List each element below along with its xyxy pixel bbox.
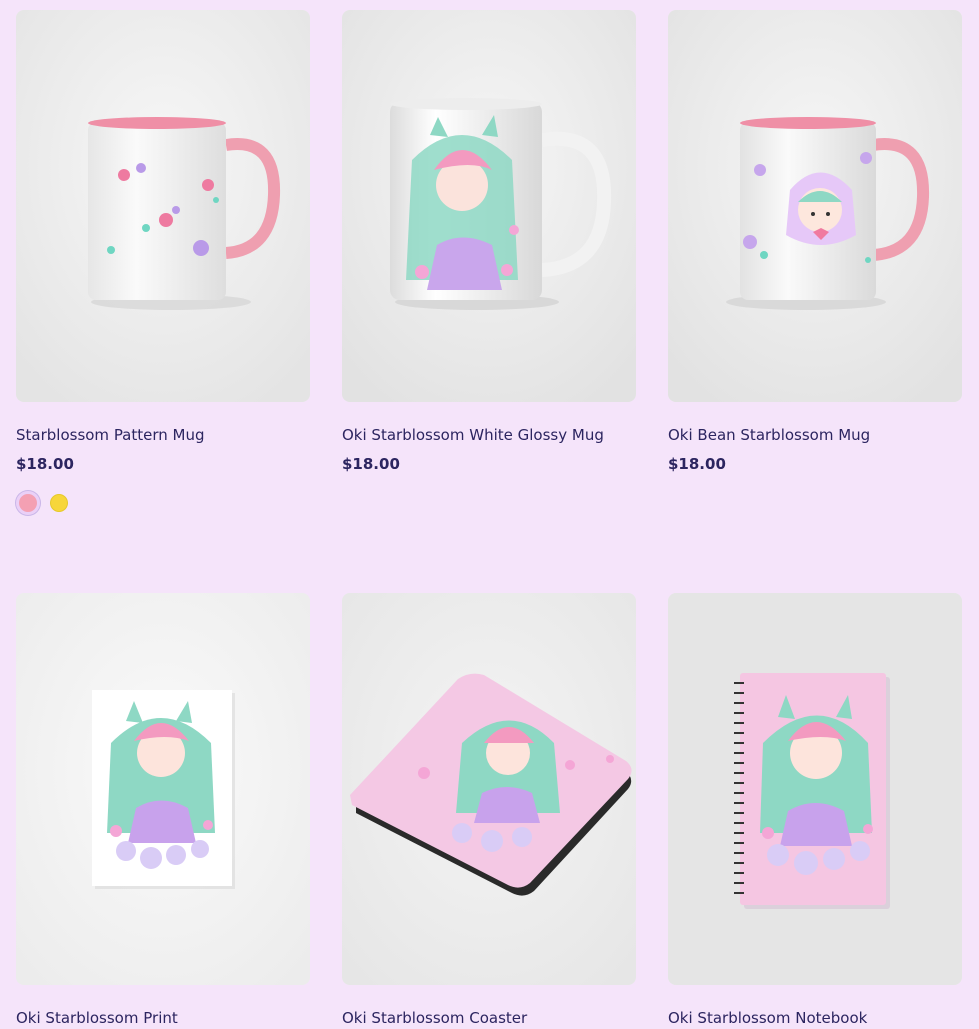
product-title[interactable]: Oki Starblossom Notebook [668,1008,962,1028]
product-image[interactable] [16,10,310,402]
product-card[interactable]: Oki Starblossom Coaster [342,593,636,1028]
product-title[interactable]: Oki Starblossom Coaster [342,1008,636,1028]
coaster-image [342,593,636,985]
product-title[interactable]: Oki Starblossom White Glossy Mug [342,425,636,445]
product-image[interactable] [342,10,636,402]
glossy-mug-image [342,10,636,402]
product-title[interactable]: Oki Bean Starblossom Mug [668,425,962,445]
product-image[interactable] [668,10,962,402]
product-price: $18.00 [16,455,74,473]
chibi-mug-image [668,10,962,402]
product-card[interactable]: Oki Starblossom White Glossy Mug $18.00 [342,10,636,474]
product-card[interactable]: Starblossom Pattern Mug $18.00 [16,10,310,515]
art-print-image [16,593,310,985]
product-card[interactable]: Oki Starblossom Print [16,593,310,1028]
notebook-image [668,593,962,985]
color-swatches [16,491,310,515]
product-card[interactable]: Oki Bean Starblossom Mug $18.00 [668,10,962,474]
product-image[interactable] [342,593,636,985]
pattern-mug-image [16,10,310,402]
product-card[interactable]: Oki Starblossom Notebook [668,593,962,1028]
product-title[interactable]: Starblossom Pattern Mug [16,425,310,445]
product-price: $18.00 [342,455,400,473]
product-price: $18.00 [668,455,726,473]
pink-swatch[interactable] [16,491,40,515]
product-image[interactable] [16,593,310,985]
product-image[interactable] [668,593,962,985]
product-grid: Starblossom Pattern Mug $18.00 Oki Starb… [0,0,979,1029]
product-title[interactable]: Oki Starblossom Print [16,1008,310,1028]
yellow-swatch[interactable] [50,494,68,512]
